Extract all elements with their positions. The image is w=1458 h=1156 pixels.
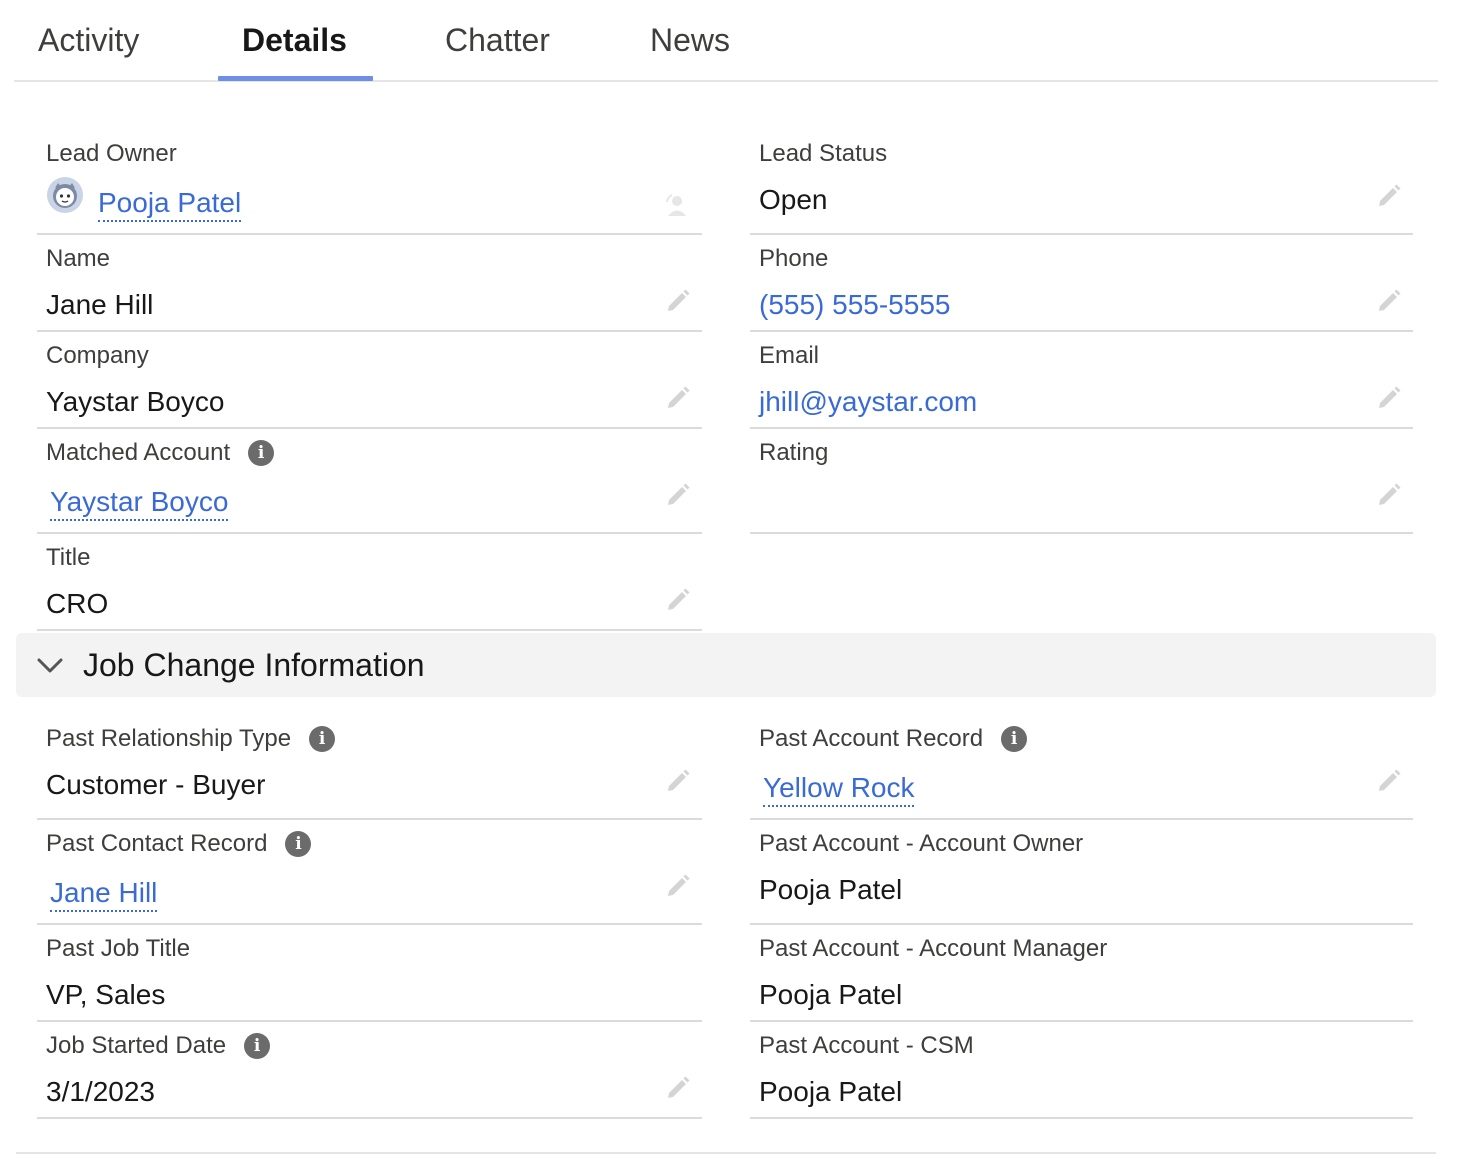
past-relationship-type-value: Customer - Buyer bbox=[46, 769, 266, 800]
field-past-account-record: Past Account Record i Yellow Rock bbox=[750, 715, 1413, 820]
field-label: Past Job Title bbox=[46, 935, 191, 962]
chevron-down-icon[interactable] bbox=[36, 653, 64, 677]
field-lead-status: Lead Status Open bbox=[750, 130, 1413, 235]
job-started-date-value: 3/1/2023 bbox=[46, 1076, 155, 1107]
info-icon[interactable]: i bbox=[244, 1033, 271, 1059]
field-rating: Rating bbox=[750, 429, 1413, 534]
field-company: Company Yaystar Boyco bbox=[37, 332, 702, 429]
field-label: Matched Account i bbox=[46, 439, 275, 467]
field-label: Phone bbox=[759, 245, 829, 272]
field-label: Rating bbox=[759, 439, 829, 466]
field-label: Email bbox=[759, 342, 820, 369]
section-title: Job Change Information bbox=[83, 647, 425, 683]
field-phone: Phone (555) 555-5555 bbox=[750, 235, 1413, 332]
email-link[interactable]: jhill@yaystar.com bbox=[759, 386, 977, 418]
field-label: Past Account Record i bbox=[759, 725, 1028, 753]
tab-details[interactable]: Details bbox=[242, 22, 347, 82]
info-icon[interactable]: i bbox=[285, 831, 312, 857]
pencil-icon[interactable] bbox=[664, 383, 692, 411]
pencil-icon[interactable] bbox=[664, 480, 692, 508]
past-contact-record-link[interactable]: Jane Hill bbox=[50, 877, 158, 912]
name-value: Jane Hill bbox=[46, 289, 154, 320]
past-account-csm-value: Pooja Patel bbox=[759, 1076, 903, 1107]
pencil-icon[interactable] bbox=[1375, 766, 1403, 794]
past-account-record-link[interactable]: Yellow Rock bbox=[763, 772, 915, 807]
field-past-account-owner: Past Account - Account Owner Pooja Patel bbox=[750, 820, 1413, 925]
field-label: Past Relationship Type i bbox=[46, 725, 336, 753]
lead-owner-link[interactable]: Pooja Patel bbox=[98, 187, 242, 222]
field-label: Past Account - CSM bbox=[759, 1032, 974, 1059]
field-job-started-date: Job Started Date i 3/1/2023 bbox=[37, 1022, 702, 1119]
section-header-job-change[interactable]: Job Change Information bbox=[16, 633, 1436, 697]
field-name: Name Jane Hill bbox=[37, 235, 702, 332]
past-account-manager-value: Pooja Patel bbox=[759, 979, 903, 1010]
pencil-icon[interactable] bbox=[1375, 480, 1403, 508]
field-past-account-manager: Past Account - Account Manager Pooja Pat… bbox=[750, 925, 1413, 1022]
info-icon[interactable]: i bbox=[309, 726, 336, 752]
pencil-icon[interactable] bbox=[664, 766, 692, 794]
lead-status-value: Open bbox=[759, 184, 828, 215]
pencil-icon[interactable] bbox=[664, 871, 692, 899]
field-lead-owner: Lead Owner Pooja Patel bbox=[37, 130, 702, 235]
avatar-icon bbox=[47, 177, 83, 213]
field-matched-account: Matched Account i Yaystar Boyco bbox=[37, 429, 702, 534]
field-label: Job Started Date i bbox=[46, 1032, 271, 1060]
pencil-icon[interactable] bbox=[1375, 286, 1403, 314]
field-label: Lead Status bbox=[759, 140, 888, 167]
tab-bar: Activity Details Chatter News bbox=[14, 0, 1438, 82]
pencil-icon[interactable] bbox=[1375, 383, 1403, 411]
pencil-icon[interactable] bbox=[1375, 181, 1403, 209]
field-past-contact-record: Past Contact Record i Jane Hill bbox=[37, 820, 702, 925]
field-label: Past Account - Account Manager bbox=[759, 935, 1108, 962]
info-icon[interactable]: i bbox=[1001, 726, 1028, 752]
tab-news[interactable]: News bbox=[650, 22, 730, 82]
field-label: Company bbox=[46, 342, 149, 369]
field-title: Title CRO bbox=[37, 534, 702, 631]
phone-link[interactable]: (555) 555-5555 bbox=[759, 289, 950, 321]
field-past-relationship-type: Past Relationship Type i Customer - Buyer bbox=[37, 715, 702, 820]
active-tab-indicator bbox=[218, 76, 373, 81]
past-job-title-value: VP, Sales bbox=[46, 979, 166, 1010]
change-owner-icon[interactable] bbox=[664, 192, 690, 218]
field-label: Lead Owner bbox=[46, 140, 177, 167]
past-account-owner-value: Pooja Patel bbox=[759, 874, 903, 905]
info-icon[interactable]: i bbox=[248, 440, 275, 466]
field-email: Email jhill@yaystar.com bbox=[750, 332, 1413, 429]
field-past-job-title: Past Job Title VP, Sales bbox=[37, 925, 702, 1022]
tab-chatter[interactable]: Chatter bbox=[445, 22, 550, 82]
field-label: Title bbox=[46, 544, 91, 571]
pencil-icon[interactable] bbox=[664, 286, 692, 314]
title-value: CRO bbox=[46, 588, 109, 619]
matched-account-link[interactable]: Yaystar Boyco bbox=[50, 486, 229, 521]
pencil-icon[interactable] bbox=[664, 585, 692, 613]
field-label: Name bbox=[46, 245, 111, 272]
field-label: Past Account - Account Owner bbox=[759, 830, 1084, 857]
tab-activity[interactable]: Activity bbox=[38, 22, 139, 82]
divider bbox=[16, 1152, 1436, 1154]
field-past-account-csm: Past Account - CSM Pooja Patel bbox=[750, 1022, 1413, 1119]
company-value: Yaystar Boyco bbox=[46, 386, 225, 417]
pencil-icon[interactable] bbox=[664, 1073, 692, 1101]
field-label: Past Contact Record i bbox=[46, 830, 312, 858]
